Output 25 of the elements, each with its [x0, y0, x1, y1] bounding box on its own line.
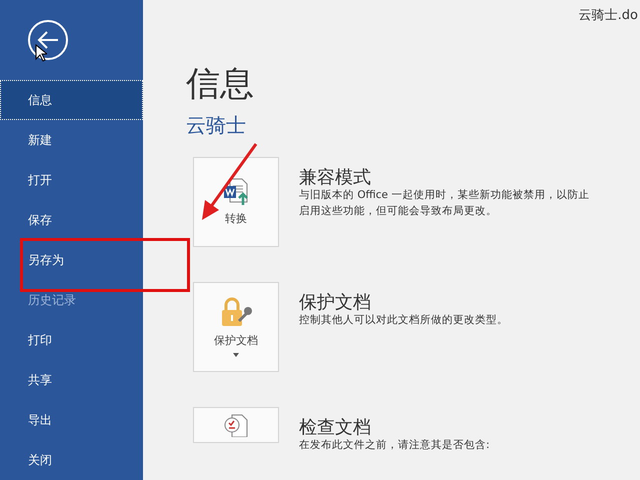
section-description: 与旧版本的 Office 一起使用时，某些新功能被禁用，以防止 — [299, 188, 590, 204]
sidebar-item[interactable]: 打开 — [0, 160, 143, 200]
sidebar-item[interactable]: 另存为 — [0, 240, 143, 280]
sidebar-item[interactable]: 关闭 — [0, 440, 143, 480]
section-description: 在发布此文件之前，请注意其是否包含: — [299, 438, 490, 454]
section-title: 兼容模式 — [299, 166, 372, 188]
mouse-cursor-icon — [36, 44, 47, 62]
sidebar-item[interactable]: 共享 — [0, 360, 143, 400]
checklist-icon — [223, 412, 249, 437]
sidebar-item[interactable]: 保存 — [0, 200, 143, 240]
sidebar-item[interactable]: 打印 — [0, 320, 143, 360]
sidebar-item[interactable]: 新建 — [0, 120, 143, 160]
convert-button[interactable]: 转换 — [193, 156, 279, 247]
page-title: 信息 — [186, 64, 255, 105]
section-title: 保护文档 — [299, 292, 372, 314]
protect-document-button[interactable]: 保护文档 — [193, 282, 279, 372]
back-arrow-icon — [36, 30, 60, 50]
section-description: 启用这些功能，但可能会导致布局更改。 — [299, 204, 498, 220]
document-name: 云骑士 — [186, 112, 247, 137]
window-title: 云骑士.do — [578, 7, 638, 25]
sidebar-item[interactable]: 导出 — [0, 400, 143, 440]
sidebar-item[interactable]: 信息 — [0, 80, 143, 120]
caret-icon — [233, 352, 239, 357]
section-description: 控制其他人可以对此文档所做的更改类型。 — [299, 313, 508, 328]
section-title: 检查文档 — [299, 416, 372, 438]
